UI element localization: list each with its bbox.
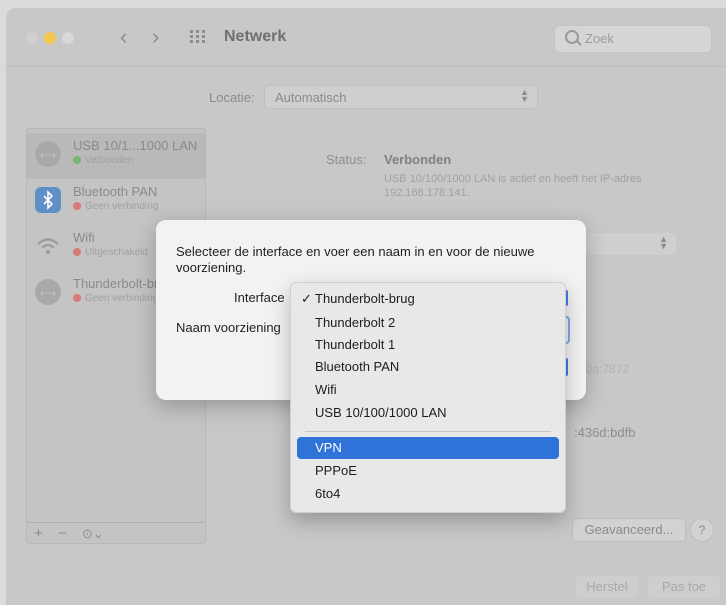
ethernet-icon: ‹···› (35, 141, 61, 167)
service-name: USB 10/1...1000 LAN (73, 138, 198, 153)
status-dot-icon (73, 156, 81, 164)
location-value: Automatisch (275, 90, 347, 105)
service-status: Verbonden (73, 155, 133, 166)
menu-item-pppoe[interactable]: PPPoE (297, 460, 559, 482)
search-placeholder: Zoek (585, 31, 614, 46)
thunderbolt-bridge-icon: ‹···› (35, 279, 61, 305)
service-item-bluetooth-pan[interactable]: Bluetooth PAN Geen verbinding (27, 179, 205, 225)
zoom-window-button[interactable] (62, 32, 74, 44)
service-name: Bluetooth PAN (73, 184, 158, 199)
router-address-fragment: :436d:bdfb (574, 425, 636, 440)
service-name: Wifi (73, 230, 95, 245)
apply-button[interactable]: Pas toe (648, 576, 720, 598)
svg-text:‹···›: ‹···› (40, 289, 56, 299)
service-status: Geen verbinding (73, 293, 158, 304)
search-icon (565, 30, 579, 44)
updown-chevron-icon: ▲ ▼ (659, 234, 668, 251)
menu-item-wifi[interactable]: Wifi (297, 379, 559, 401)
menu-item-usb-lan[interactable]: USB 10/100/1000 LAN (297, 402, 559, 424)
minimize-window-button[interactable] (44, 32, 56, 44)
menu-item-bluetooth-pan[interactable]: Bluetooth PAN (297, 356, 559, 378)
back-button[interactable]: ‹ (120, 25, 127, 49)
interface-label: Interface (234, 290, 285, 305)
status-label: Status: (326, 152, 367, 167)
revert-button[interactable]: Herstel (576, 576, 638, 598)
menu-item-6to4[interactable]: 6to4 (297, 483, 559, 505)
search-field[interactable]: Zoek (554, 25, 712, 53)
service-name-label: Naam voorziening (176, 320, 281, 335)
menu-item-thunderbolt-1[interactable]: Thunderbolt 1 (297, 334, 559, 356)
menu-item-vpn[interactable]: VPN (297, 437, 559, 459)
remove-service-button[interactable]: − (58, 525, 67, 542)
service-status: Uitgeschakeld (73, 247, 148, 258)
menu-item-thunderbolt-bridge[interactable]: ✓ Thunderbolt-brug (297, 288, 559, 310)
status-value: Verbonden (384, 152, 452, 167)
menu-separator (305, 431, 551, 432)
bluetooth-icon (35, 187, 61, 213)
status-description: USB 10/100/1000 LAN is actief en heeft h… (384, 173, 642, 199)
menu-item-thunderbolt-2[interactable]: Thunderbolt 2 (297, 312, 559, 334)
service-list-footer: + − ⊙⌄ (26, 522, 204, 545)
dialog-message: Selecteer de interface en voer een naam … (176, 244, 535, 275)
interface-dropdown-menu: ✓ Thunderbolt-brug Thunderbolt 2 Thunder… (290, 282, 566, 513)
window-title: Netwerk (224, 28, 287, 45)
help-button[interactable]: ? (690, 518, 714, 542)
ipv6-address-fragment: e0a:7872 (579, 362, 630, 376)
title-bar: ‹ › Netwerk Zoek (6, 8, 726, 67)
forward-button[interactable]: › (152, 25, 159, 49)
location-select[interactable]: Automatisch ▲ ▼ (264, 85, 538, 109)
service-status: Geen verbinding (73, 201, 158, 212)
status-dot-icon (73, 294, 81, 302)
close-window-button[interactable] (26, 32, 38, 44)
advanced-button[interactable]: Geavanceerd... (572, 518, 686, 542)
actions-menu-button[interactable]: ⊙⌄ (82, 526, 104, 542)
location-label: Locatie: (209, 90, 255, 105)
svg-text:‹···›: ‹···› (40, 151, 56, 161)
checkmark-icon: ✓ (301, 291, 312, 306)
wifi-icon (35, 233, 61, 259)
status-dot-icon (73, 202, 81, 210)
add-service-button[interactable]: + (34, 525, 43, 542)
service-item-usb-lan[interactable]: ‹···› USB 10/1...1000 LAN Verbonden (27, 133, 205, 179)
updown-chevron-icon: ▲ ▼ (520, 87, 529, 104)
status-dot-icon (73, 248, 81, 256)
show-all-grid-icon[interactable] (190, 30, 206, 44)
